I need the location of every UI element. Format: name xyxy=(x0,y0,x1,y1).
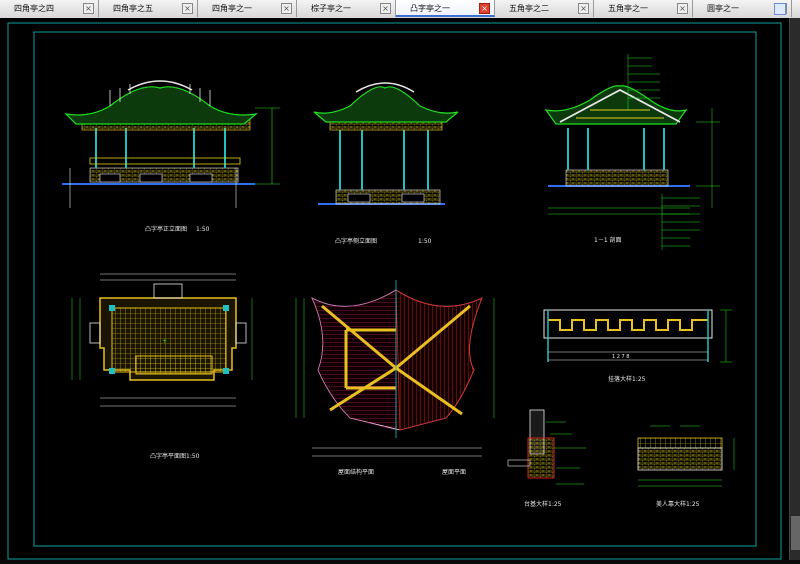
tab-label: 圆亭之一 xyxy=(707,4,739,13)
bench-detail-title: 美人靠大样1:25 xyxy=(656,500,700,508)
side-elevation-drawing: 凸字亭侧立面图 1:50 xyxy=(313,82,459,245)
section-drawing: 1－1 剖面 xyxy=(544,54,720,250)
bench-detail-drawing: 美人靠大样1:25 xyxy=(637,425,735,508)
tab-bar-end xyxy=(774,0,800,18)
front-elevation-scale: 1:50 xyxy=(196,226,210,233)
tab-label: 四角亭之四 xyxy=(14,4,54,13)
roof-framing-title: 屋面结构平面 xyxy=(338,468,374,476)
vertical-scrollbar[interactable] xyxy=(789,18,800,560)
side-elevation-scale: 1:50 xyxy=(418,238,432,245)
tab-close-icon[interactable]: × xyxy=(182,3,193,14)
tab-2[interactable]: 四角亭之一 × xyxy=(198,0,297,17)
base-detail-drawing: 台基大样1:25 xyxy=(507,409,586,508)
tab-label: 五角亭之一 xyxy=(608,4,648,13)
tab-6[interactable]: 五角亭之一 × xyxy=(594,0,693,17)
plan-title: 凸字亭平面图1:50 xyxy=(150,452,200,460)
cad-drawing-canvas[interactable]: 凸字亭正立面图 1:50 凸字亭侧立面图 1:50 1－1 剖面 + 凸字亭平面… xyxy=(0,18,789,560)
tab-1[interactable]: 四角亭之五 × xyxy=(99,0,198,17)
section-title: 1－1 剖面 xyxy=(594,236,622,244)
tab-close-icon[interactable]: × xyxy=(479,3,490,14)
railing-detail-drawing: 1 2 7 8 挂落大样1:25 xyxy=(543,309,732,383)
close-all-icon[interactable] xyxy=(774,3,786,15)
tab-close-icon[interactable]: × xyxy=(578,3,589,14)
plan-drawing: + 凸字亭平面图1:50 xyxy=(71,273,253,460)
tab-close-icon[interactable]: × xyxy=(281,3,292,14)
tab-5[interactable]: 五角亭之二 × xyxy=(495,0,594,17)
roof-plan-title: 屋面平面 xyxy=(442,469,466,476)
tab-label: 棕子亭之一 xyxy=(311,4,351,13)
front-elevation-title: 凸字亭正立面图 xyxy=(145,225,187,233)
tab-close-icon[interactable]: × xyxy=(380,3,391,14)
tab-4[interactable]: 凸字亭之一 × xyxy=(396,0,495,17)
railing-title: 挂落大样1:25 xyxy=(608,375,646,383)
cad-drawing: 凸字亭正立面图 1:50 凸字亭侧立面图 1:50 1－1 剖面 + 凸字亭平面… xyxy=(7,22,782,560)
tab-3[interactable]: 棕子亭之一 × xyxy=(297,0,396,17)
tab-label: 凸字亭之一 xyxy=(410,4,450,13)
roof-plan-drawing: 屋面结构平面 屋面平面 xyxy=(295,280,495,476)
side-elevation-title: 凸字亭侧立面图 xyxy=(335,237,377,245)
base-detail-title: 台基大样1:25 xyxy=(524,500,562,508)
document-tab-bar: 四角亭之四 × 四角亭之五 × 四角亭之一 × 棕子亭之一 × 凸字亭之一 × 五角亭之二… xyxy=(0,0,800,19)
tab-label: 四角亭之一 xyxy=(212,4,252,13)
tab-close-icon[interactable]: × xyxy=(83,3,94,14)
railing-dim: 1 2 7 8 xyxy=(612,354,630,360)
tab-label: 五角亭之二 xyxy=(509,4,549,13)
tab-label: 四角亭之五 xyxy=(113,4,153,13)
scrollbar-thumb[interactable] xyxy=(791,516,800,550)
tab-0[interactable]: 四角亭之四 × xyxy=(0,0,99,17)
front-elevation-drawing: 凸字亭正立面图 1:50 xyxy=(62,80,280,233)
svg-text:+: + xyxy=(162,338,167,345)
tab-close-icon[interactable]: × xyxy=(677,3,688,14)
